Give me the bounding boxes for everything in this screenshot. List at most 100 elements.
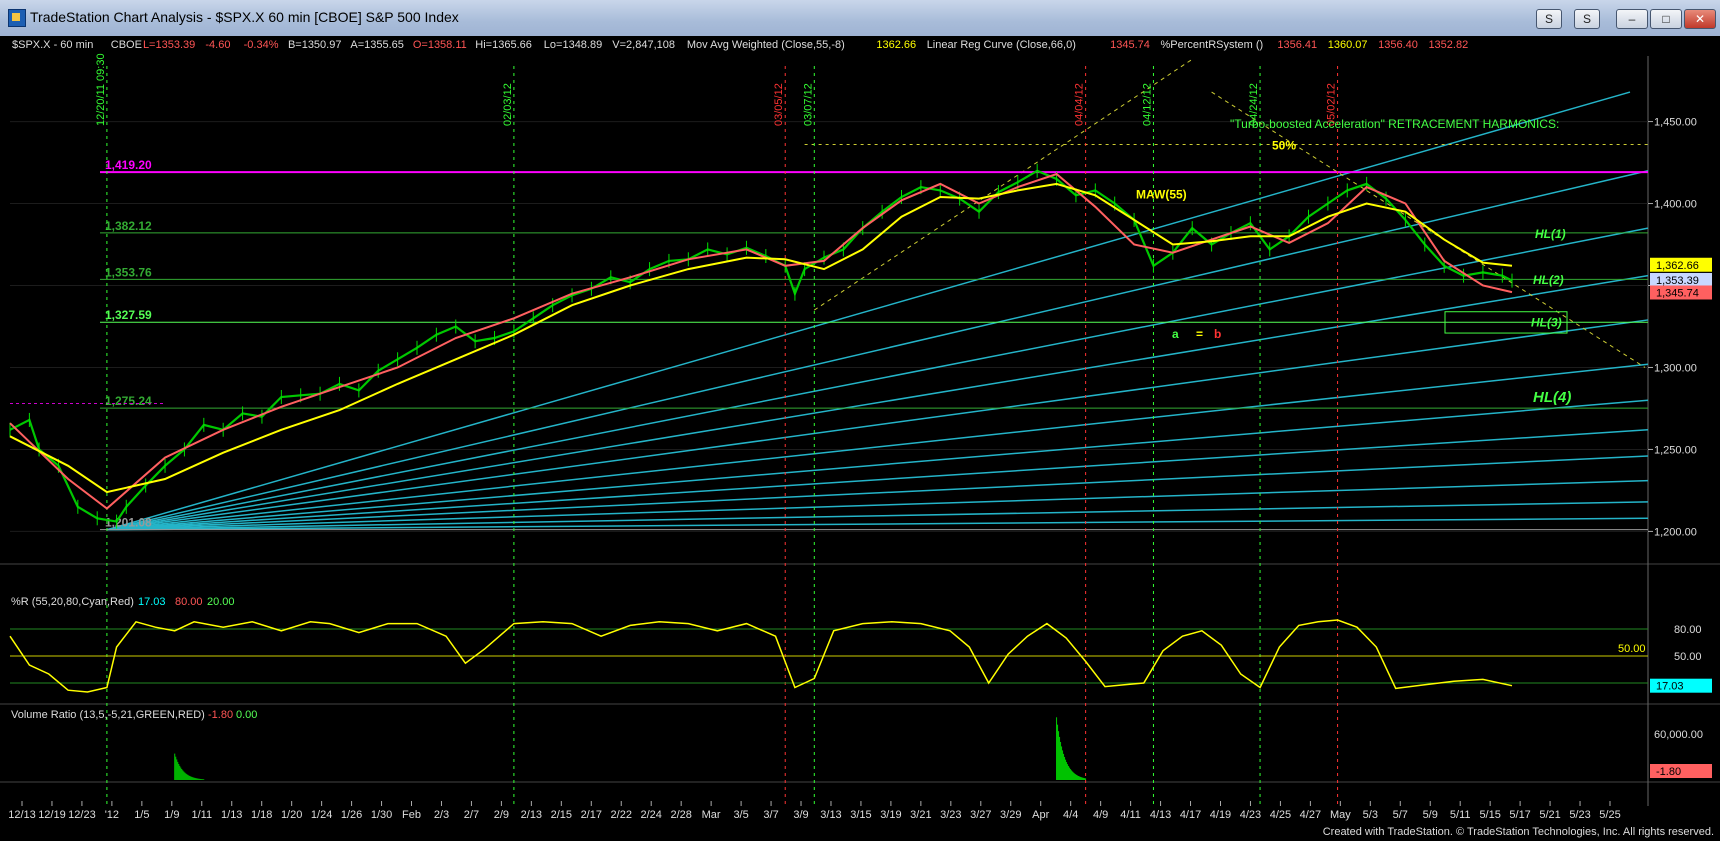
symbol-link-button[interactable]: S — [1536, 9, 1562, 29]
price-axis-tag-label: 1,362.66 — [1656, 260, 1699, 272]
time-tick-label: 3/7 — [763, 809, 778, 821]
time-tick-label: 5/17 — [1509, 809, 1530, 821]
time-tick-label: 5/21 — [1539, 809, 1560, 821]
time-tick-label: 1/24 — [311, 809, 332, 821]
price-header-item: Lo=1348.89 — [544, 39, 602, 51]
time-tick-label: 12/23 — [68, 809, 96, 821]
price-header-item: L=1353.39 — [143, 39, 195, 51]
time-tick-label: 3/15 — [850, 809, 871, 821]
price-header-item: -0.34% — [244, 39, 279, 51]
window-title: TradeStation Chart Analysis - $SPX.X 60 … — [30, 9, 459, 25]
time-tick-label: Feb — [402, 809, 421, 821]
time-tick-label: 5/23 — [1569, 809, 1590, 821]
time-tick-label: 4/4 — [1063, 809, 1078, 821]
wave-b-label: b — [1214, 327, 1221, 341]
minimize-button[interactable]: – — [1616, 9, 1648, 29]
time-tick-label: 2/13 — [521, 809, 542, 821]
pr-axis-tag-label: 17.03 — [1656, 681, 1684, 693]
time-tick-label: 3/9 — [793, 809, 808, 821]
time-tick-label: 1/13 — [221, 809, 242, 821]
time-tick-label: 1/9 — [164, 809, 179, 821]
price-header-item: B=1350.97 — [288, 39, 342, 51]
price-axis-tag-label: 1,345.74 — [1656, 287, 1699, 299]
time-tick-label: 1/5 — [134, 809, 149, 821]
link-button[interactable]: S — [1574, 9, 1600, 29]
time-tick-label: 3/29 — [1000, 809, 1021, 821]
time-tick-label: 3/27 — [970, 809, 991, 821]
time-tick-label: 2/3 — [434, 809, 449, 821]
time-tick-label: '12 — [105, 809, 119, 821]
horizontal-level-label: 1,353.76 — [105, 265, 152, 279]
price-tick-label: 1,250.00 — [1654, 444, 1697, 456]
time-tick-label: 4/11 — [1120, 809, 1141, 821]
maximize-button[interactable]: □ — [1650, 9, 1682, 29]
time-tick-label: 5/7 — [1393, 809, 1408, 821]
price-header-item: 1345.74 — [1110, 39, 1150, 51]
time-tick-label: Apr — [1032, 809, 1049, 821]
price-header-item: -4.60 — [205, 39, 230, 51]
price-header-item: 1352.82 — [1428, 39, 1468, 51]
wave-equal-label: = — [1196, 327, 1203, 341]
wave-a-label: a — [1172, 327, 1179, 341]
time-tick-label: 4/27 — [1300, 809, 1321, 821]
horizontal-level-label: 1,382.12 — [105, 219, 152, 233]
vol-header-label: Volume Ratio (13,5,-5,21,GREEN,RED) — [11, 709, 205, 721]
chart-area[interactable]: 1,419.20 1,382.12 1,353.76 1,327.59 1,275.24… — [0, 36, 1720, 824]
maw55-tag: MAW(55) — [1136, 188, 1187, 202]
horizontal-level-label: 1,419.20 — [105, 158, 152, 172]
hl4-label: HL(4) — [1533, 389, 1571, 406]
hl1-label: HL(1) — [1535, 227, 1566, 241]
price-tick-label: 1,450.00 — [1654, 117, 1697, 129]
price-header-item: 1356.41 — [1277, 39, 1317, 51]
time-tick-label: 1/20 — [281, 809, 302, 821]
price-tick-label: 1,400.00 — [1654, 199, 1697, 211]
pr-header-label: %R (55,20,80,Cyan,Red) — [11, 596, 134, 608]
time-tick-label: 1/30 — [371, 809, 392, 821]
time-tick-label: 4/23 — [1240, 809, 1261, 821]
pr-header-ob: 80.00 — [175, 596, 203, 608]
vol-header-value: -1.80 — [208, 709, 233, 721]
time-tick-label: 12/19 — [38, 809, 66, 821]
date-marker-label: 04/04/12 — [1074, 83, 1086, 126]
price-header-item: %PercentRSystem () — [1161, 39, 1264, 51]
price-header-item: CBOE — [111, 39, 142, 51]
time-tick-label: 5/3 — [1363, 809, 1378, 821]
price-header-item: $SPX.X - 60 min — [12, 39, 93, 51]
date-marker-label: 04/12/12 — [1141, 83, 1153, 126]
time-tick-label: 5/11 — [1450, 809, 1471, 821]
harmonics-50pct-label: 50% — [1272, 138, 1296, 152]
price-axis-tag-label: 1,353.39 — [1656, 275, 1699, 287]
vol-axis-tag-label: -1.80 — [1656, 766, 1681, 778]
price-header-item: Mov Avg Weighted (Close,55,-8) — [687, 39, 845, 51]
time-tick-label: 2/15 — [551, 809, 572, 821]
date-marker-label: 03/07/12 — [802, 83, 814, 126]
time-tick-label: 2/24 — [640, 809, 661, 821]
time-tick-label: 1/18 — [251, 809, 272, 821]
price-header-item: A=1355.65 — [350, 39, 404, 51]
date-marker-label: 02/03/12 — [502, 83, 514, 126]
price-header-item: V=2,847,108 — [612, 39, 675, 51]
pr-header-value: 17.03 — [138, 596, 166, 608]
time-tick-label: 4/25 — [1270, 809, 1291, 821]
time-tick-label: 5/9 — [1423, 809, 1438, 821]
vol-header-zero: 0.00 — [236, 709, 257, 721]
price-tick-label: 1,200.00 — [1654, 526, 1697, 538]
time-tick-label: 2/9 — [494, 809, 509, 821]
time-tick-label: May — [1330, 809, 1351, 821]
time-tick-label: 3/13 — [820, 809, 841, 821]
pr-tick-label: 80.00 — [1674, 624, 1702, 636]
time-tick-label: 4/19 — [1210, 809, 1231, 821]
pr-mid-label: 50.00 — [1618, 643, 1646, 655]
horizontal-level-label: 1,275.24 — [105, 394, 152, 408]
time-tick-label: 1/26 — [341, 809, 362, 821]
time-tick-label: 3/21 — [910, 809, 931, 821]
time-tick-label: 4/13 — [1150, 809, 1171, 821]
time-tick-label: Mar — [702, 809, 721, 821]
hl2-label: HL(2) — [1533, 273, 1564, 287]
time-tick-label: 4/17 — [1180, 809, 1201, 821]
price-header-item: Linear Reg Curve (Close,66,0) — [927, 39, 1076, 51]
time-tick-label: 12/13 — [8, 809, 36, 821]
time-tick-label: 2/7 — [464, 809, 479, 821]
time-tick-label: 5/15 — [1479, 809, 1500, 821]
close-button[interactable]: ✕ — [1684, 9, 1716, 29]
